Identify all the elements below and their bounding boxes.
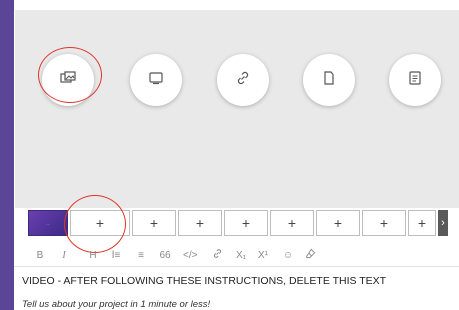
add-slot-label: + — [333, 215, 343, 231]
add-slot-label: + — [379, 215, 389, 231]
code-icon: </> — [183, 249, 198, 261]
bullet-list-icon: ≡ — [138, 249, 144, 261]
heading-button[interactable]: H — [87, 247, 99, 263]
heading-icon: H — [89, 249, 97, 261]
add-video-button[interactable] — [130, 54, 182, 106]
add-media-slot[interactable]: + — [178, 210, 222, 236]
add-slot-label: + — [195, 215, 205, 231]
add-media-slot[interactable]: + — [132, 210, 176, 236]
add-text-button[interactable] — [389, 54, 441, 106]
add-media-slot[interactable]: + — [408, 210, 436, 236]
link-button[interactable] — [211, 247, 223, 263]
add-slot-label: + — [241, 215, 251, 231]
emoji-button[interactable]: ☺ — [282, 247, 294, 263]
formatting-toolbar: B I H Ⅰ≡ ≡ 66 </> X₁ X¹ ☺ — [14, 244, 459, 267]
media-upload-area — [15, 10, 459, 208]
add-file-button[interactable] — [303, 54, 355, 106]
image-gallery-icon — [60, 70, 76, 91]
subscript-button[interactable]: X₁ — [235, 247, 247, 263]
add-link-button[interactable] — [217, 54, 269, 106]
add-media-slot[interactable]: + — [270, 210, 314, 236]
italic-icon: I — [62, 249, 66, 261]
link-icon — [212, 248, 223, 262]
emoji-icon: ☺ — [282, 249, 294, 261]
add-media-slot[interactable]: + — [362, 210, 406, 236]
editor-text-line-2[interactable]: Tell us about your project in 1 minute o… — [22, 299, 210, 310]
add-slot-label: + — [149, 215, 159, 231]
document-icon — [321, 70, 337, 91]
add-media-slot[interactable]: + — [70, 210, 130, 236]
editor-text-line-1[interactable]: VIDEO - AFTER FOLLOWING THESE INSTRUCTIO… — [22, 275, 386, 287]
add-slot-label: + — [287, 215, 297, 231]
quote-button[interactable]: 66 — [159, 247, 171, 263]
subscript-icon: X₁ — [235, 249, 247, 261]
thumbnail-caption: ... — [46, 220, 50, 226]
scroll-right-button[interactable]: › — [438, 210, 448, 236]
link-icon — [235, 70, 251, 91]
text-file-icon — [407, 70, 423, 91]
bold-icon: B — [36, 249, 44, 261]
italic-button[interactable]: I — [58, 247, 70, 263]
add-slot-label: + — [95, 215, 105, 231]
clear-format-button[interactable] — [304, 247, 316, 263]
add-image-button[interactable] — [42, 54, 94, 106]
ordered-list-button[interactable]: Ⅰ≡ — [110, 247, 122, 263]
superscript-button[interactable]: X¹ — [257, 247, 269, 263]
media-thumbnail[interactable]: ... — [28, 210, 68, 236]
bold-button[interactable]: B — [34, 247, 46, 263]
bullet-list-button[interactable]: ≡ — [135, 247, 147, 263]
add-media-slot[interactable]: + — [316, 210, 360, 236]
add-slot-label: + — [417, 215, 427, 231]
ordered-list-icon: Ⅰ≡ — [111, 249, 121, 261]
superscript-icon: X¹ — [258, 249, 268, 261]
add-media-slot[interactable]: + — [224, 210, 268, 236]
quote-icon: 66 — [159, 249, 171, 261]
code-button[interactable]: </> — [183, 247, 197, 263]
monitor-icon — [148, 70, 164, 91]
media-thumbnail-strip: ... + + + + + + + + › — [14, 210, 459, 238]
eraser-icon — [305, 248, 316, 262]
chevron-right-icon: › — [441, 217, 445, 229]
